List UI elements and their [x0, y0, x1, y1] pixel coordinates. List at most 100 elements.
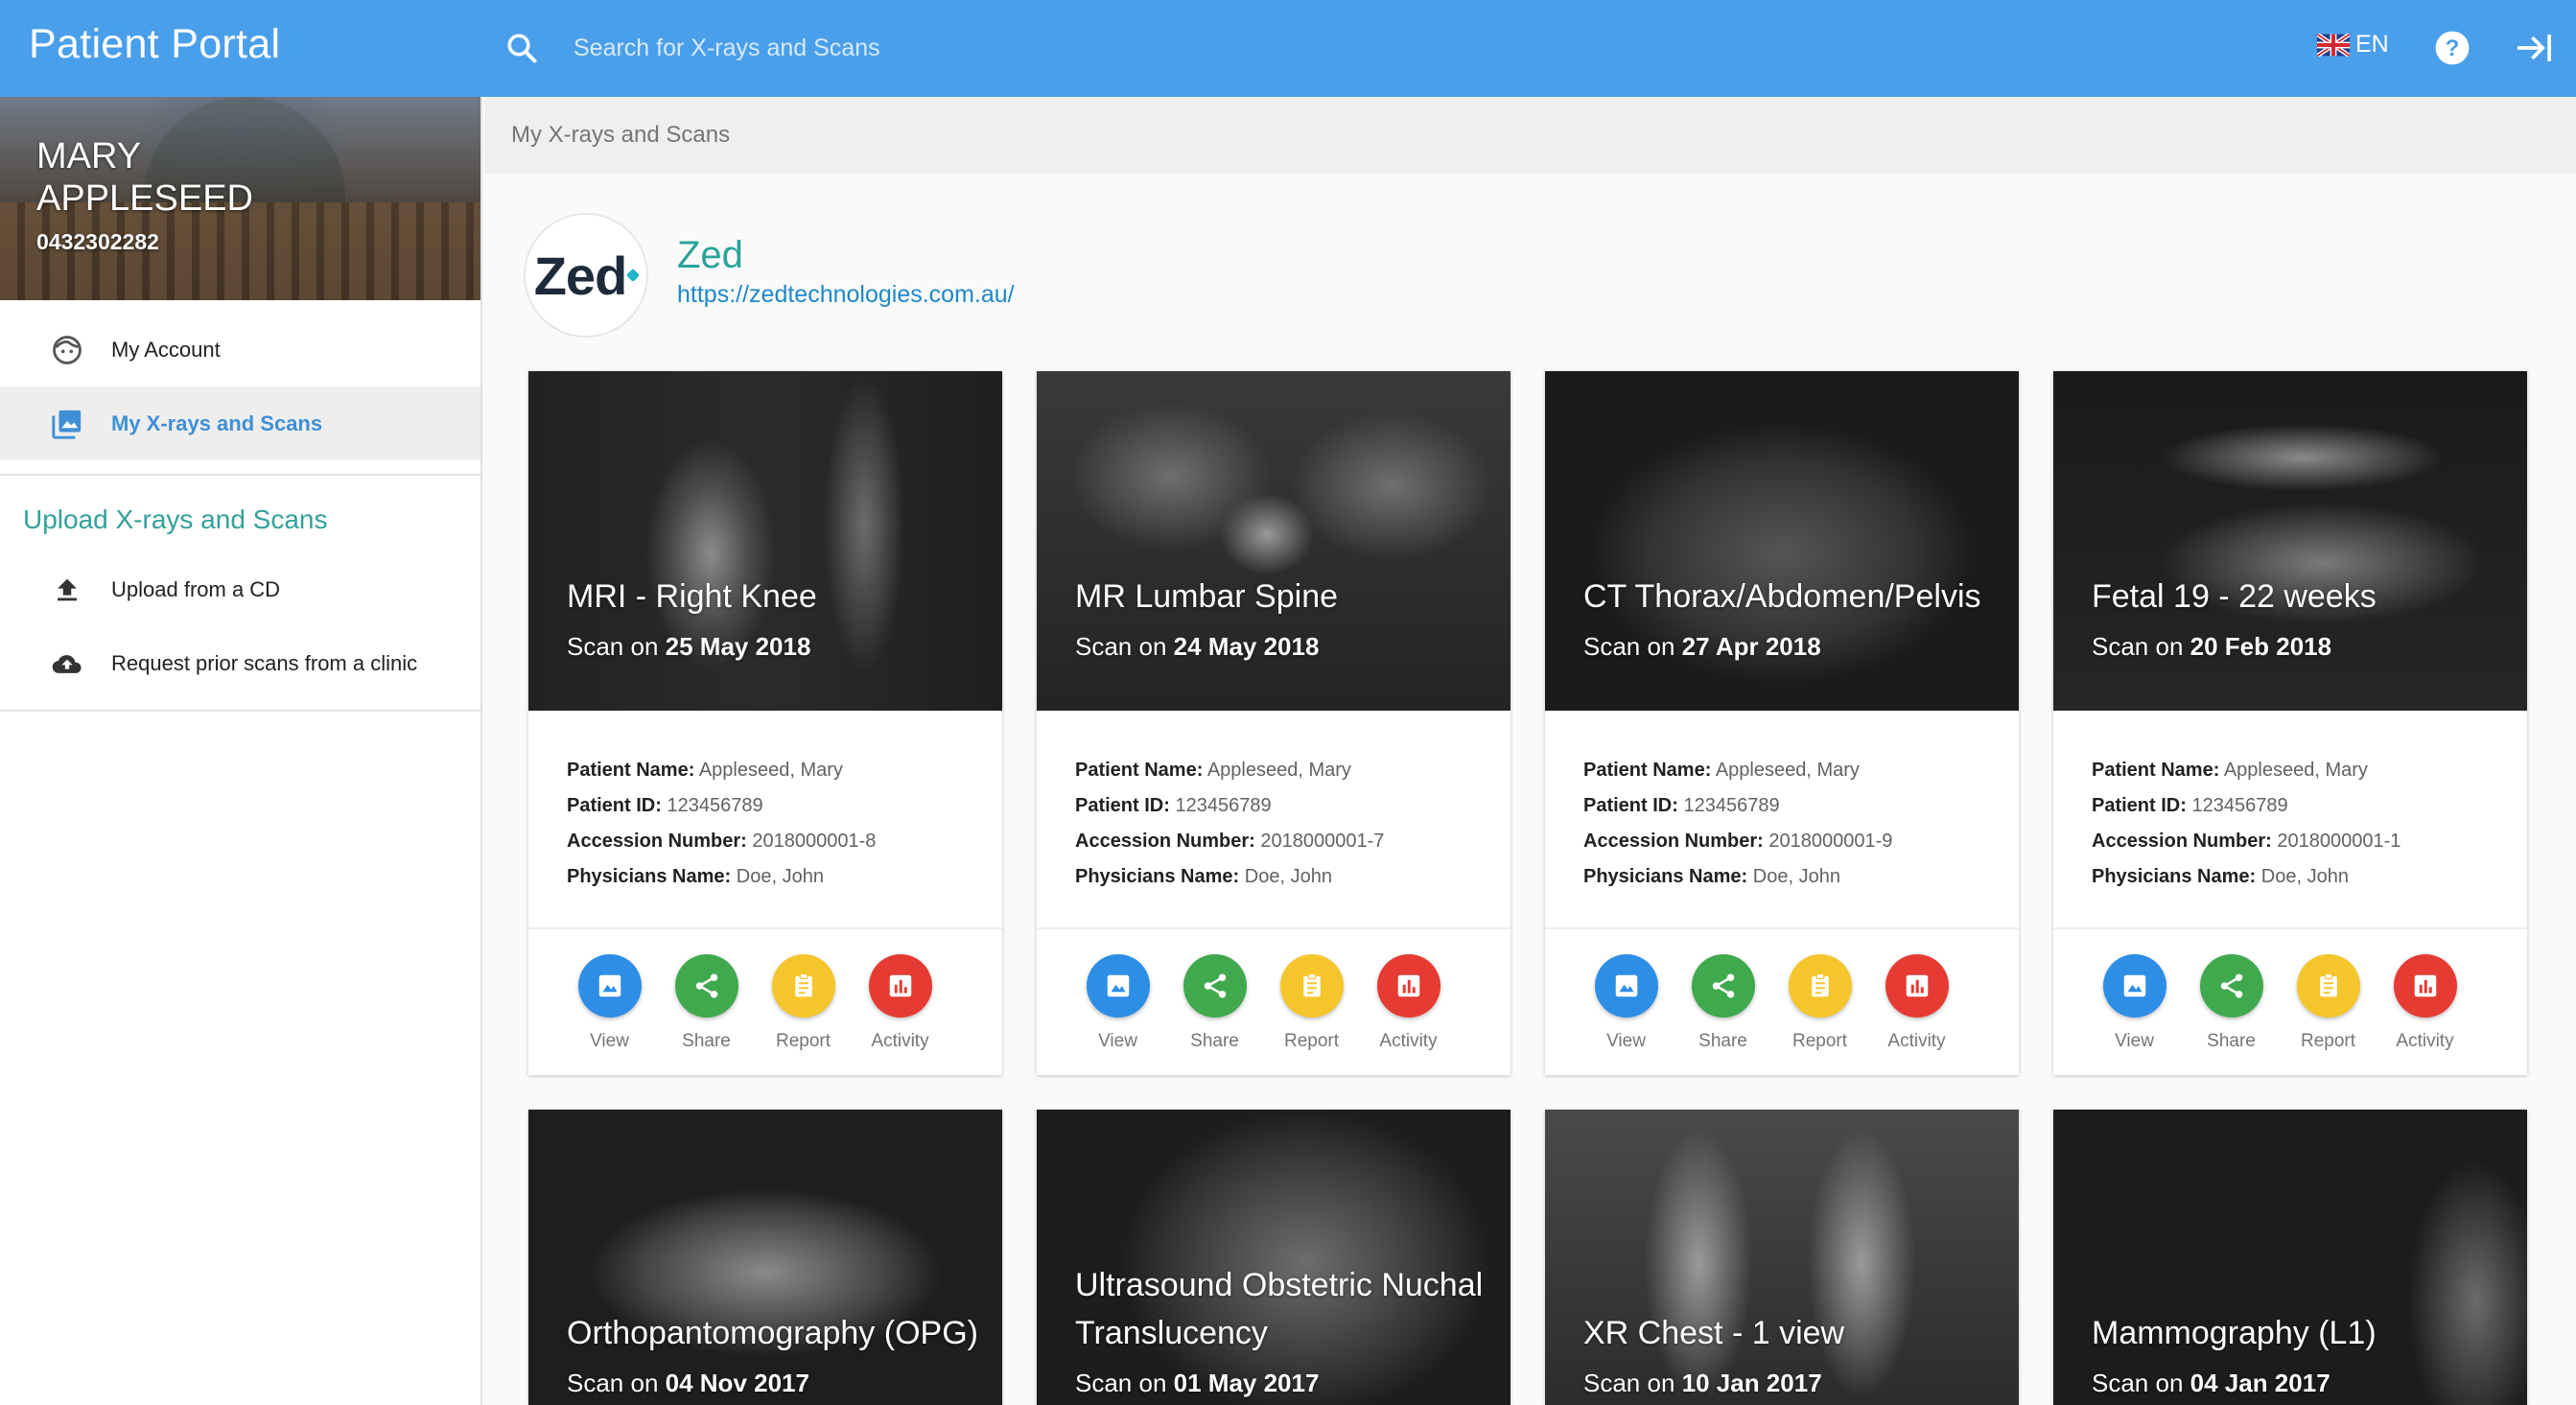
activity-chart-icon[interactable]: [868, 954, 932, 1018]
report-icon[interactable]: [2296, 954, 2360, 1018]
action-label: Activity: [2396, 1031, 2454, 1051]
photo-library-icon: [52, 410, 82, 439]
scan-card: MRI - Right Knee Scan on 25 May 2018 Pat…: [528, 371, 1002, 1075]
field-label: Patient Name:: [1583, 760, 1712, 781]
upload-icon: [58, 578, 77, 601]
patient-name-row: Patient Name: Appleseed, Mary: [2092, 753, 2489, 788]
view-icon[interactable]: [2102, 954, 2166, 1018]
field-label: Accession Number:: [2092, 831, 2272, 852]
report-button[interactable]: Report: [2280, 954, 2377, 1075]
scan-thumbnail[interactable]: XR Chest - 1 view Scan on 10 Jan 2017: [1545, 1110, 2019, 1405]
view-button[interactable]: View: [2086, 954, 2183, 1075]
scan-thumbnail[interactable]: CT Thorax/Abdomen/Pelvis Scan on 27 Apr …: [1545, 371, 2019, 711]
share-icon[interactable]: [674, 954, 738, 1018]
scan-date-prefix: Scan on: [1583, 1369, 1675, 1397]
scan-details: Patient Name: Appleseed, Mary Patient ID…: [1545, 711, 2019, 929]
view-icon[interactable]: [1594, 954, 1658, 1018]
action-label: Share: [1190, 1031, 1239, 1051]
provider-url-link[interactable]: https://zedtechnologies.com.au/: [677, 281, 1015, 309]
profile-name: MARY APPLESEED: [36, 136, 253, 219]
help-icon[interactable]: ?: [2434, 30, 2471, 66]
report-button[interactable]: Report: [755, 954, 852, 1075]
share-icon[interactable]: [2199, 954, 2263, 1018]
activity-button[interactable]: Activity: [2377, 954, 2473, 1075]
view-button[interactable]: View: [561, 954, 658, 1075]
share-button[interactable]: Share: [2183, 954, 2280, 1075]
share-icon[interactable]: [1183, 954, 1247, 1018]
scan-date-prefix: Scan on: [2092, 1369, 2184, 1397]
report-icon[interactable]: [1788, 954, 1852, 1018]
action-label: Report: [775, 1031, 831, 1051]
activity-button[interactable]: Activity: [1868, 954, 1965, 1075]
accession-number-row: Accession Number: 2018000001-8: [567, 824, 964, 859]
action-label: View: [1606, 1031, 1646, 1051]
field-value: 123456789: [1683, 795, 1780, 816]
field-value: 123456789: [2191, 795, 2288, 816]
share-button[interactable]: Share: [1674, 954, 1771, 1075]
view-icon[interactable]: [1086, 954, 1150, 1018]
field-label: Physicians Name:: [1583, 866, 1748, 887]
provider-logo[interactable]: Zed: [524, 213, 648, 338]
action-label: Share: [1698, 1031, 1747, 1051]
activity-button[interactable]: Activity: [1360, 954, 1457, 1075]
share-button[interactable]: Share: [658, 954, 755, 1075]
field-label: Patient Name:: [1075, 760, 1204, 781]
language-selector[interactable]: EN: [2317, 31, 2389, 59]
share-button[interactable]: Share: [1166, 954, 1263, 1075]
activity-chart-icon[interactable]: [1376, 954, 1440, 1018]
scan-date: Scan on 04 Jan 2017: [2092, 1369, 2330, 1398]
share-icon[interactable]: [1691, 954, 1755, 1018]
scan-date: Scan on 04 Nov 2017: [567, 1369, 809, 1398]
field-label: Patient ID:: [1075, 795, 1170, 816]
field-value: 123456789: [1175, 795, 1272, 816]
report-icon[interactable]: [771, 954, 835, 1018]
sidebar-item-upload-from-cd[interactable]: Upload from a CD: [0, 552, 480, 626]
field-label: Patient ID:: [2092, 795, 2187, 816]
field-label: Accession Number:: [567, 831, 747, 852]
app-title[interactable]: Patient Portal: [29, 21, 280, 68]
search-icon[interactable]: [504, 31, 539, 65]
scan-date-prefix: Scan on: [567, 632, 659, 661]
field-value: Doe, John: [1244, 866, 1332, 887]
sidebar-item-my-account[interactable]: My Account: [0, 313, 480, 386]
scan-thumbnail[interactable]: MRI - Right Knee Scan on 25 May 2018: [528, 371, 1002, 711]
scan-title: Orthopantomography (OPG): [567, 1315, 978, 1351]
action-label: View: [1098, 1031, 1137, 1051]
scan-thumbnail[interactable]: Ultrasound Obstetric Nuchal Translucency…: [1037, 1110, 1510, 1405]
field-value: Doe, John: [1752, 866, 1840, 887]
sidebar-divider: [0, 710, 480, 712]
patient-id-row: Patient ID: 123456789: [1583, 788, 1980, 824]
scan-thumbnail[interactable]: Orthopantomography (OPG) Scan on 04 Nov …: [528, 1110, 1002, 1405]
scan-card: Orthopantomography (OPG) Scan on 04 Nov …: [528, 1110, 1002, 1405]
sidebar-item-request-prior-scans[interactable]: Request prior scans from a clinic: [0, 626, 480, 700]
field-label: Accession Number:: [1583, 831, 1764, 852]
scan-date: Scan on 20 Feb 2018: [2092, 632, 2331, 662]
scan-date-value: 10 Jan 2017: [1681, 1369, 1822, 1397]
search-input[interactable]: [574, 27, 1437, 69]
sidebar-item-my-xrays-and-scans[interactable]: My X-rays and Scans: [0, 386, 480, 460]
activity-chart-icon[interactable]: [2393, 954, 2457, 1018]
report-icon[interactable]: [1279, 954, 1344, 1018]
scan-thumbnail[interactable]: Mammography (L1) Scan on 04 Jan 2017: [2053, 1110, 2527, 1405]
report-button[interactable]: Report: [1263, 954, 1360, 1075]
scan-thumbnail[interactable]: MR Lumbar Spine Scan on 24 May 2018: [1037, 371, 1510, 711]
activity-button[interactable]: Activity: [852, 954, 948, 1075]
scan-date-value: 27 Apr 2018: [1681, 632, 1821, 661]
scan-thumbnail[interactable]: Fetal 19 - 22 weeks Scan on 20 Feb 2018: [2053, 371, 2527, 711]
logout-icon[interactable]: [2515, 30, 2553, 66]
scan-card: Ultrasound Obstetric Nuchal Translucency…: [1037, 1110, 1510, 1405]
report-button[interactable]: Report: [1771, 954, 1868, 1075]
action-label: Report: [2300, 1031, 2356, 1051]
view-button[interactable]: View: [1578, 954, 1674, 1075]
view-button[interactable]: View: [1069, 954, 1166, 1075]
profile-phone: 0432302282: [36, 229, 159, 254]
scan-card: XR Chest - 1 view Scan on 10 Jan 2017: [1545, 1110, 2019, 1405]
scan-date: Scan on 27 Apr 2018: [1583, 632, 1821, 662]
scan-title: XR Chest - 1 view: [1583, 1315, 1845, 1351]
breadcrumb-bar: My X-rays and Scans: [484, 97, 2576, 174]
field-label: Patient Name:: [2092, 760, 2220, 781]
patient-id-row: Patient ID: 123456789: [2092, 788, 2489, 824]
activity-chart-icon[interactable]: [1885, 954, 1949, 1018]
field-value: Appleseed, Mary: [1206, 760, 1351, 781]
view-icon[interactable]: [577, 954, 642, 1018]
